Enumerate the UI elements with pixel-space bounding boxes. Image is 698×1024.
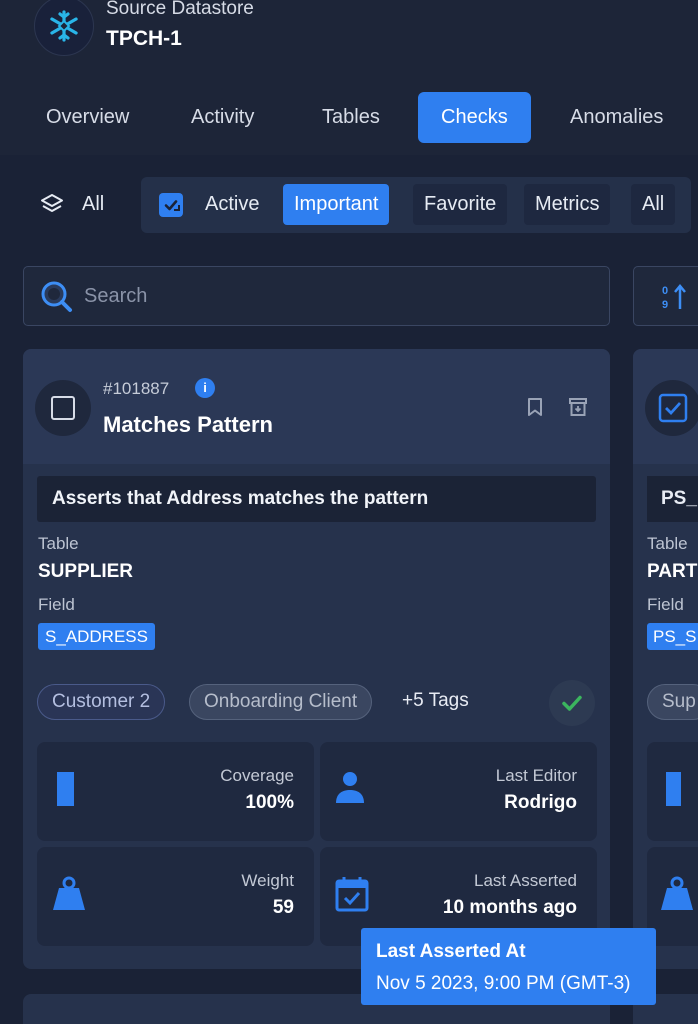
filter-active[interactable]: Active bbox=[194, 184, 270, 225]
tab-activity[interactable]: Activity bbox=[168, 92, 277, 143]
coverage-bar-icon bbox=[57, 772, 74, 806]
weight-stat: Weight 59 bbox=[37, 847, 314, 946]
filter-all[interactable]: All bbox=[631, 184, 676, 225]
field-label: Field bbox=[38, 595, 75, 614]
table-label: Table bbox=[647, 534, 688, 553]
check-id: #101887 bbox=[103, 379, 170, 398]
tab-tables[interactable]: Tables bbox=[299, 92, 403, 143]
bookmark-icon[interactable] bbox=[526, 397, 544, 417]
check-title: Matches Pattern bbox=[103, 412, 273, 437]
last-editor-label: Last Editor bbox=[495, 766, 577, 785]
weight-label: Weight bbox=[241, 871, 294, 890]
tab-checks[interactable]: Checks bbox=[418, 92, 531, 143]
tag-chip[interactable]: Onboarding Client bbox=[189, 684, 373, 720]
last-asserted-label: Last Asserted bbox=[473, 871, 577, 890]
weight-icon bbox=[661, 876, 693, 910]
svg-text:9: 9 bbox=[662, 299, 668, 311]
weight-icon bbox=[53, 876, 85, 910]
info-icon[interactable]: i bbox=[195, 378, 215, 398]
tab-overview[interactable]: Overview bbox=[23, 92, 152, 143]
status-filter-group: Active Important Favorite Metrics All bbox=[141, 177, 691, 233]
archive-icon[interactable] bbox=[568, 397, 588, 417]
field-chip[interactable]: PS_S bbox=[647, 623, 698, 650]
table-name: SUPPLIER bbox=[38, 561, 134, 582]
calendar-check-icon bbox=[335, 877, 369, 912]
last-editor-stat: Last Editor Rodrigo bbox=[320, 742, 597, 841]
search-box bbox=[23, 266, 610, 326]
user-icon bbox=[336, 772, 364, 803]
tag-chip[interactable]: Customer 2 bbox=[37, 684, 166, 720]
search-icon bbox=[41, 281, 72, 312]
svg-text:0: 0 bbox=[662, 285, 668, 297]
selected-checkbox-icon[interactable] bbox=[645, 380, 698, 436]
coverage-label: Coverage bbox=[220, 766, 294, 785]
sort-button[interactable]: 0 9 bbox=[633, 266, 698, 326]
tooltip-value: Nov 5 2023, 9:00 PM (GMT-3) bbox=[376, 973, 631, 994]
search-input[interactable] bbox=[84, 267, 584, 325]
check-description: Asserts that Address matches the pattern bbox=[37, 476, 596, 522]
check-card-header bbox=[23, 349, 610, 464]
field-chip[interactable]: S_ADDRESS bbox=[38, 623, 155, 650]
sort-icon: 0 9 bbox=[662, 284, 686, 311]
datastore-type-label: Source Datastore bbox=[106, 0, 254, 19]
layers-icon bbox=[41, 194, 63, 212]
filter-favorite[interactable]: Favorite bbox=[413, 184, 508, 225]
select-checkbox[interactable] bbox=[35, 380, 91, 436]
scope-filter-all[interactable]: All bbox=[40, 192, 104, 216]
table-name: PART bbox=[647, 561, 698, 582]
coverage-bar-icon bbox=[666, 772, 681, 806]
filter-important[interactable]: Important bbox=[283, 184, 390, 225]
last-asserted-value: 10 months ago bbox=[442, 897, 577, 918]
scope-filter-label: All bbox=[82, 192, 105, 215]
more-tags-link[interactable]: +5 Tags bbox=[402, 690, 469, 712]
coverage-value: 100% bbox=[245, 792, 294, 813]
tab-anomalies[interactable]: Anomalies bbox=[547, 92, 686, 143]
coverage-stat bbox=[647, 742, 698, 841]
coverage-stat: Coverage 100% bbox=[37, 742, 314, 841]
field-label: Field bbox=[647, 595, 684, 614]
tooltip-title: Last Asserted At bbox=[376, 941, 526, 962]
snowflake-icon bbox=[34, 0, 94, 56]
weight-value: 59 bbox=[272, 897, 294, 918]
datastore-tabs: Overview Activity Tables Checks Anomalie… bbox=[0, 92, 698, 144]
page-header: Source Datastore TPCH-1 Overview Activit… bbox=[0, 0, 698, 155]
check-description: PS_ bbox=[647, 476, 698, 522]
check-status-icon bbox=[159, 193, 183, 217]
last-editor-value: Rodrigo bbox=[504, 792, 577, 813]
table-label: Table bbox=[38, 534, 79, 553]
filter-metrics[interactable]: Metrics bbox=[524, 184, 611, 225]
check-card[interactable]: #101887 i Matches Pattern Asserts that A… bbox=[23, 349, 610, 969]
check-card-partial[interactable]: PS_ Table PART Field PS_S Sup bbox=[633, 349, 698, 969]
datastore-name: TPCH-1 bbox=[106, 27, 182, 50]
tag-chip[interactable]: Sup bbox=[647, 684, 698, 720]
last-asserted-tooltip: Last Asserted At Nov 5 2023, 9:00 PM (GM… bbox=[361, 928, 656, 1005]
passed-check-icon bbox=[549, 680, 595, 726]
